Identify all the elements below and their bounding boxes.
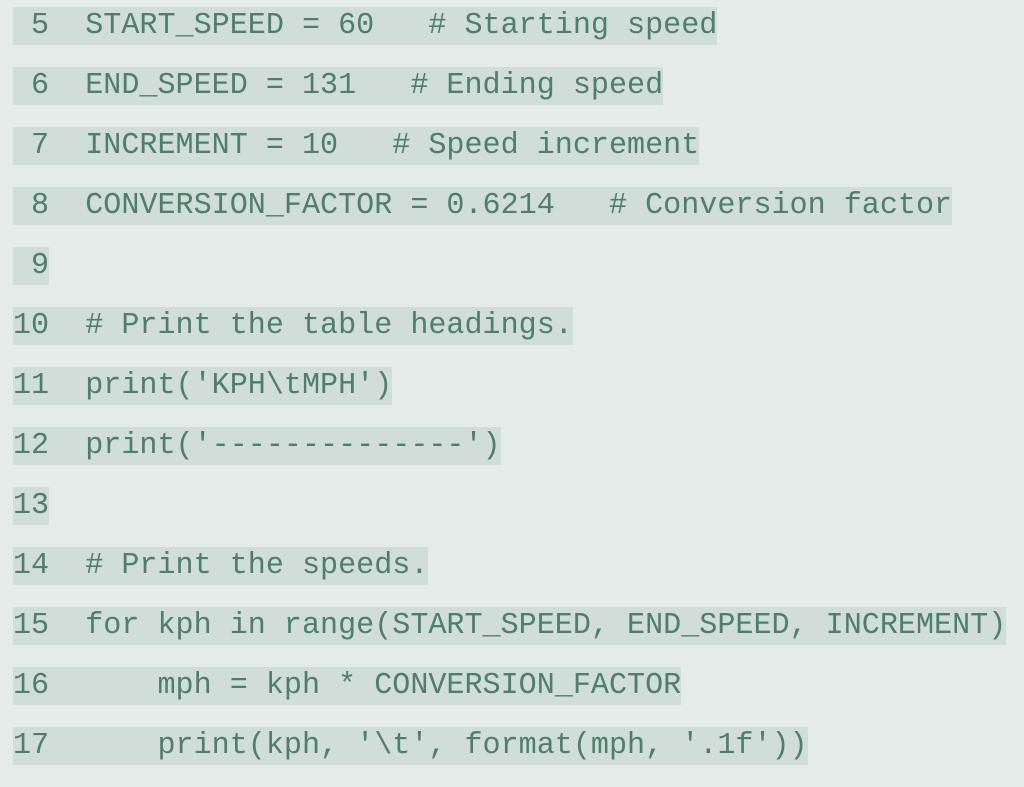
- line-number: 8: [13, 189, 50, 223]
- code-text: print('KPH\tMPH'): [85, 369, 393, 403]
- code-line: 14 # Print the speeds.: [13, 547, 1024, 607]
- code-line: 15 for kph in range(START_SPEED, END_SPE…: [13, 607, 1024, 667]
- code-text: mph = kph * CONVERSION_FACTOR: [85, 669, 682, 703]
- code-line: 7 INCREMENT = 10 # Speed increment: [13, 127, 1024, 187]
- code-line: 17 print(kph, '\t', format(mph, '.1f')): [13, 727, 1024, 787]
- code-line: 6 END_SPEED = 131 # Ending speed: [13, 67, 1024, 127]
- code-line: 10 # Print the table headings.: [13, 307, 1024, 367]
- code-line-content: 15 for kph in range(START_SPEED, END_SPE…: [13, 607, 1007, 645]
- code-line-content: 9: [13, 247, 50, 285]
- code-line: 8 CONVERSION_FACTOR = 0.6214 # Conversio…: [13, 187, 1024, 247]
- code-line: 13: [13, 487, 1024, 547]
- code-line-content: 13: [13, 487, 50, 525]
- code-line-content: 17 print(kph, '\t', format(mph, '.1f')): [13, 727, 808, 765]
- code-line: 12 print('--------------'): [13, 427, 1024, 487]
- line-number: 11: [13, 369, 50, 403]
- line-number: 7: [13, 129, 50, 163]
- line-number: 16: [13, 669, 50, 703]
- line-number: 10: [13, 309, 50, 343]
- line-number: 14: [13, 549, 50, 583]
- line-number: 17: [13, 729, 50, 763]
- code-line-content: 10 # Print the table headings.: [13, 307, 573, 345]
- code-line-content: 5 START_SPEED = 60 # Starting speed: [13, 7, 718, 45]
- code-text: # Print the speeds.: [85, 549, 429, 583]
- line-number: 5: [13, 9, 50, 43]
- code-line-content: 14 # Print the speeds.: [13, 547, 429, 585]
- code-line: 5 START_SPEED = 60 # Starting speed: [13, 7, 1024, 67]
- code-line-content: 12 print('--------------'): [13, 427, 501, 465]
- code-line-content: 16 mph = kph * CONVERSION_FACTOR: [13, 667, 682, 705]
- code-text: print('--------------'): [85, 429, 501, 463]
- code-line-content: 6 END_SPEED = 131 # Ending speed: [13, 67, 664, 105]
- line-number: 12: [13, 429, 50, 463]
- line-number: 6: [13, 69, 50, 103]
- code-text: END_SPEED = 131 # Ending speed: [85, 69, 664, 103]
- code-line-content: 7 INCREMENT = 10 # Speed increment: [13, 127, 700, 165]
- code-listing: 5 START_SPEED = 60 # Starting speed 6 EN…: [0, 0, 1024, 787]
- code-text: INCREMENT = 10 # Speed increment: [85, 129, 700, 163]
- code-text: for kph in range(START_SPEED, END_SPEED,…: [85, 609, 1007, 643]
- code-text: START_SPEED = 60 # Starting speed: [85, 9, 718, 43]
- code-text: CONVERSION_FACTOR = 0.6214 # Conversion …: [85, 189, 953, 223]
- code-line-content: 11 print('KPH\tMPH'): [13, 367, 393, 405]
- code-line: 9: [13, 247, 1024, 307]
- code-text: # Print the table headings.: [85, 309, 573, 343]
- line-number: 13: [13, 489, 50, 523]
- code-line-content: 8 CONVERSION_FACTOR = 0.6214 # Conversio…: [13, 187, 953, 225]
- code-text: print(kph, '\t', format(mph, '.1f')): [85, 729, 808, 763]
- code-line: 16 mph = kph * CONVERSION_FACTOR: [13, 667, 1024, 727]
- line-number: 15: [13, 609, 50, 643]
- code-line: 11 print('KPH\tMPH'): [13, 367, 1024, 427]
- line-number: 9: [13, 249, 50, 283]
